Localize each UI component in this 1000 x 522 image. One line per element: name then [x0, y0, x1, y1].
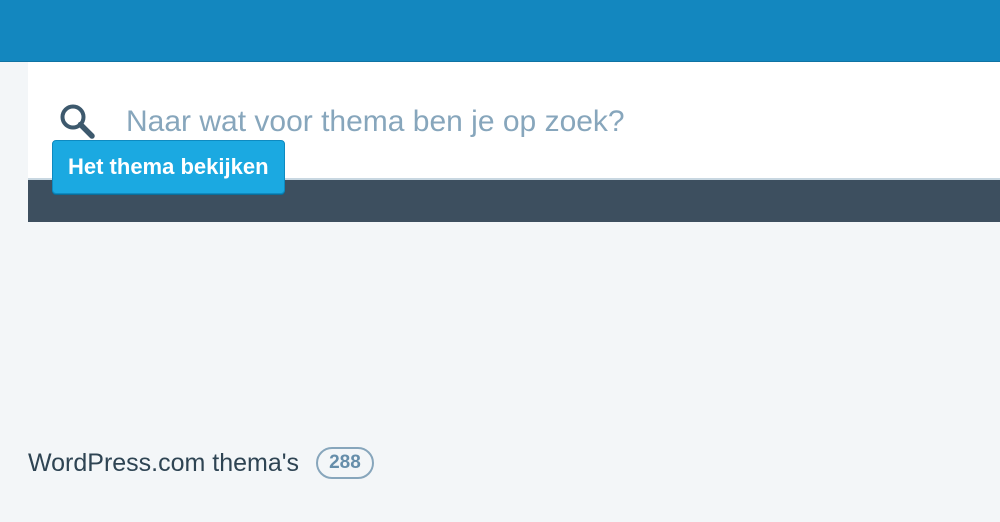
- section-title: WordPress.com thema's: [28, 448, 300, 477]
- theme-search-panel: Het thema bekijken: [28, 62, 1000, 222]
- theme-search-input[interactable]: [126, 98, 966, 146]
- search-icon[interactable]: [58, 102, 98, 142]
- preview-theme-button[interactable]: Het thema bekijken: [52, 140, 285, 194]
- themes-count-badge: 288: [316, 447, 374, 479]
- themes-section-header: WordPress.com thema's 288: [28, 443, 374, 483]
- masthead-bar: [0, 0, 1000, 62]
